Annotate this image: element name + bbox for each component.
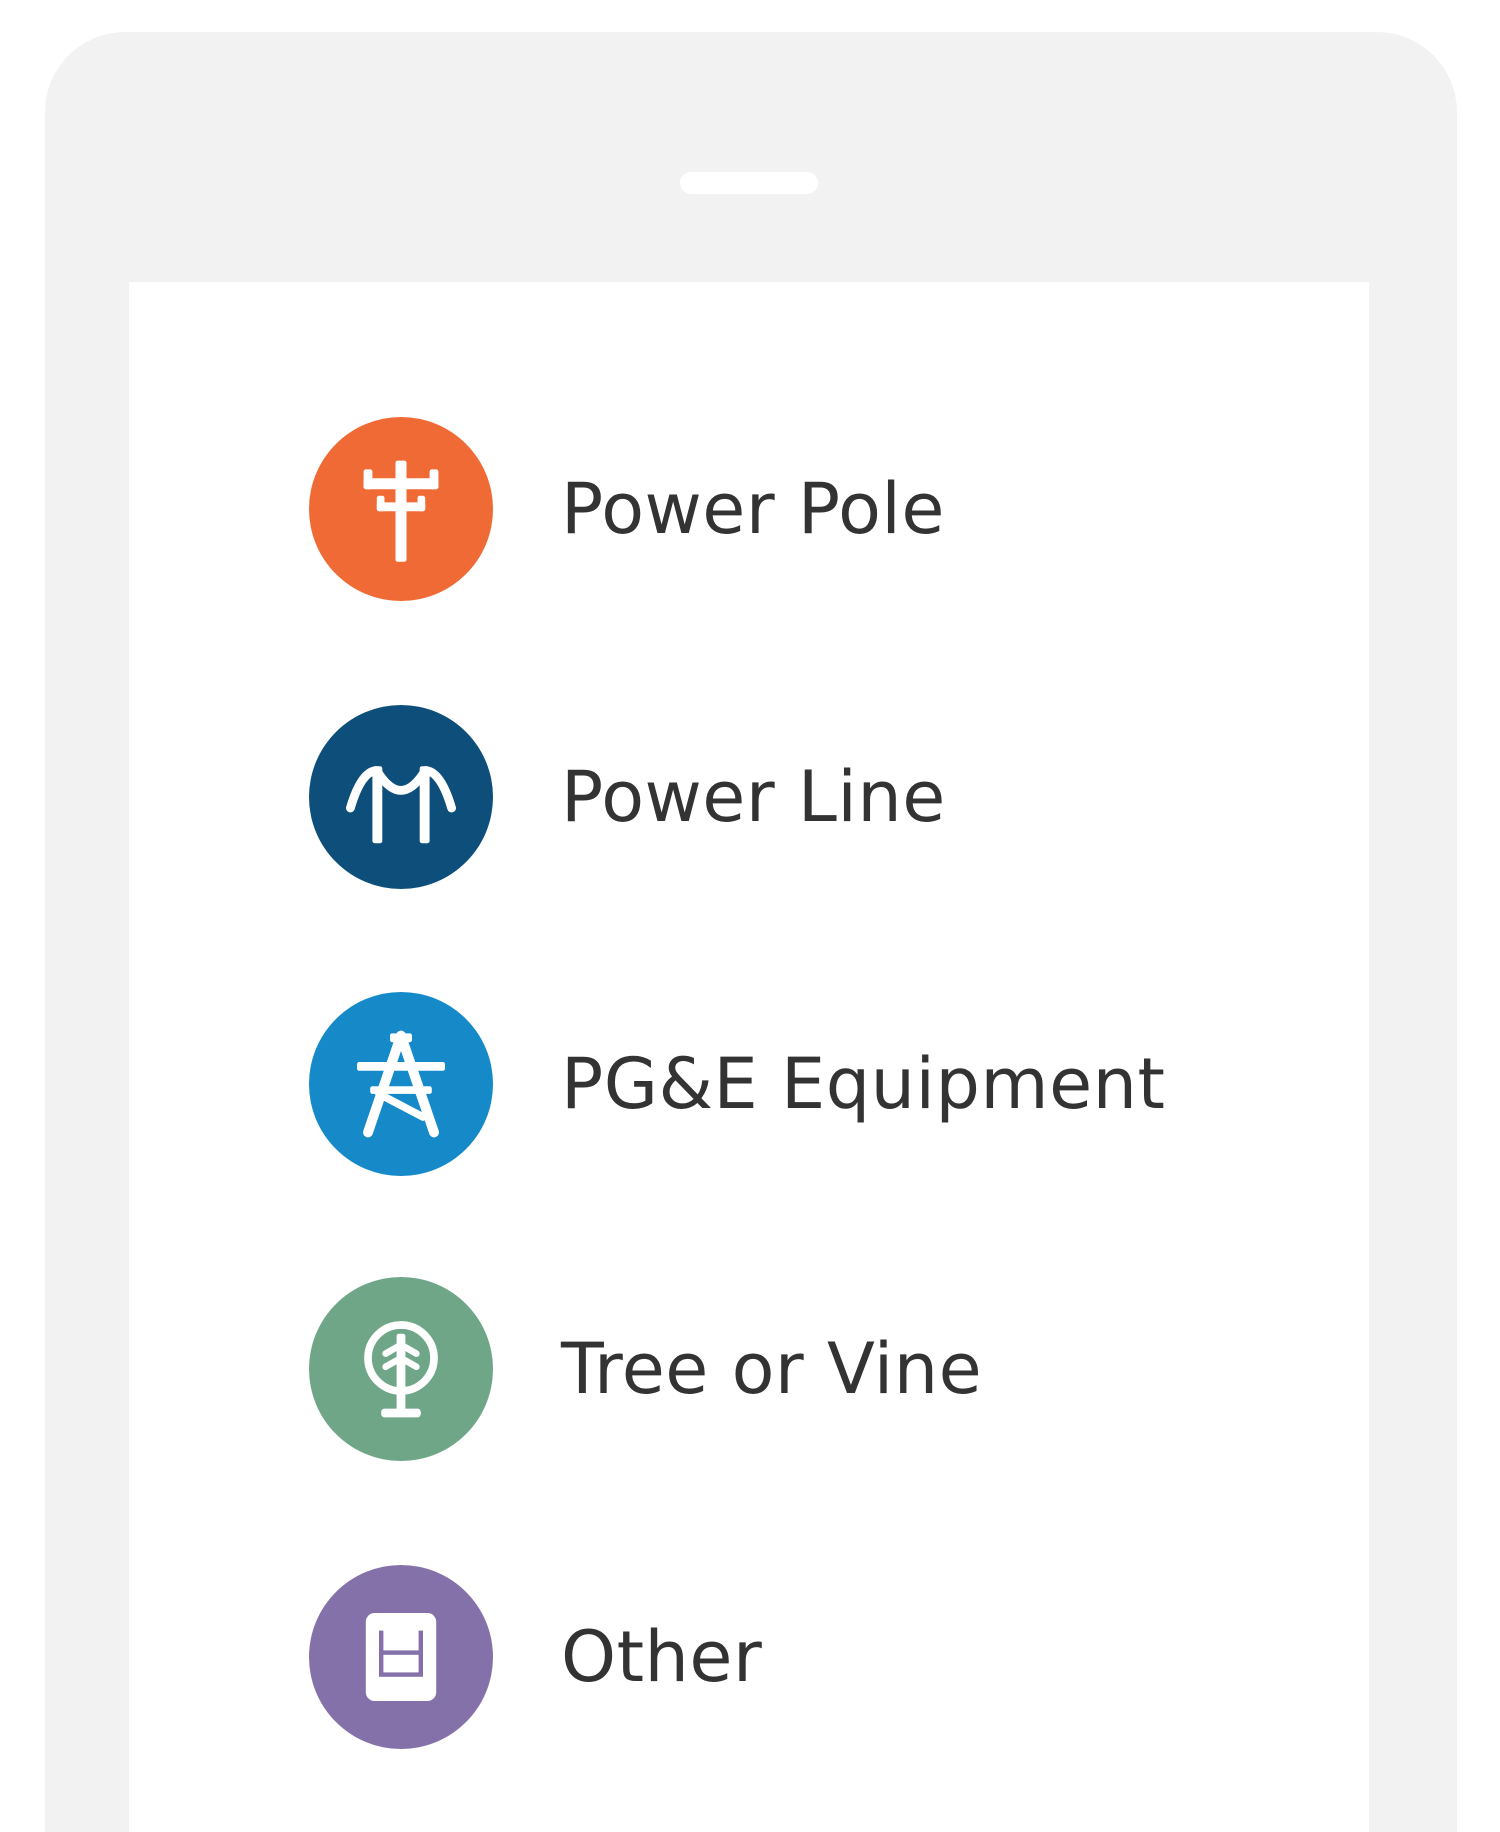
power-pole-icon-glyph (363, 460, 439, 562)
power-line-icon (309, 705, 493, 889)
category-label: PG&E Equipment (561, 1043, 1166, 1125)
category-item-pge-equipment[interactable]: PG&E Equipment (309, 992, 1166, 1176)
category-list: Power Pole Power Line PG&E Equipment Tre… (129, 282, 1369, 1832)
phone-frame: Power Pole Power Line PG&E Equipment Tre… (45, 32, 1457, 1832)
document-icon-glyph (365, 1613, 437, 1701)
category-label: Other (561, 1616, 763, 1698)
document-icon (309, 1565, 493, 1749)
category-item-power-pole[interactable]: Power Pole (309, 417, 945, 601)
power-pole-icon (309, 417, 493, 601)
tree-icon-glyph (364, 1321, 438, 1418)
category-item-power-line[interactable]: Power Line (309, 705, 946, 889)
category-item-tree-or-vine[interactable]: Tree or Vine (309, 1277, 982, 1461)
tree-icon (309, 1277, 493, 1461)
power-line-icon-glyph (346, 766, 456, 844)
category-label: Power Line (561, 756, 946, 838)
transmission-tower-icon (309, 992, 493, 1176)
phone-speaker (680, 172, 818, 194)
category-label: Tree or Vine (561, 1328, 983, 1410)
category-label: Power Pole (561, 468, 945, 550)
transmission-tower-icon-glyph (357, 1030, 445, 1138)
category-item-other[interactable]: Other (309, 1565, 762, 1749)
